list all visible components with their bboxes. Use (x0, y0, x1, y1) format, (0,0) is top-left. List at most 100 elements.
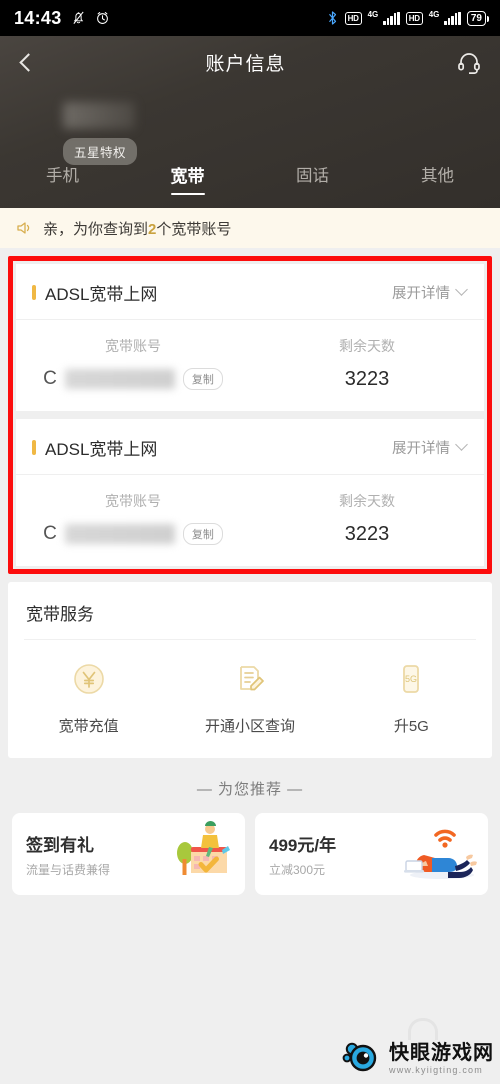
account-number-row: C 复制 (16, 523, 250, 545)
service-item-recharge[interactable]: 宽带充值 (8, 660, 169, 736)
username-blurred (63, 102, 135, 129)
promo-text: 499元/年 立减300元 (269, 831, 336, 878)
status-bar: 14:43 HD 4G HD 4G 79 (0, 0, 500, 36)
account-number-masked (64, 369, 175, 389)
account-number-column: 宽带账号 C 复制 (16, 336, 250, 391)
account-number-value: C (43, 368, 57, 389)
document-pencil-icon (231, 660, 269, 703)
battery-indicator: 79 (466, 10, 490, 26)
status-bar-left: 14:43 (14, 8, 110, 29)
tab-other[interactable]: 其他 (375, 158, 500, 186)
remaining-days-value: 3223 (344, 368, 390, 390)
services-row: 宽带充值 开通小区查询 5G 升5G (8, 640, 492, 758)
account-number-row: C 复制 (16, 368, 250, 390)
card-title: ADSL宽带上网 (32, 280, 157, 305)
service-label: 开通小区查询 (204, 718, 295, 735)
service-label: 升5G (393, 718, 429, 735)
watermark-text: 快眼游戏网 www.kyiigting.com (389, 1043, 494, 1075)
bullet-marker-icon (32, 440, 36, 455)
watermark-ghost-shape (408, 1018, 438, 1040)
remaining-days-column: 剩余天数 3223 (250, 491, 484, 546)
page-title: 账户信息 (205, 53, 286, 75)
account-number-label: 宽带账号 (105, 493, 161, 509)
mute-bell-icon (71, 10, 86, 26)
account-number-label: 宽带账号 (105, 338, 161, 354)
alarm-clock-icon (95, 10, 110, 26)
account-type-label: ADSL宽带上网 (45, 440, 158, 459)
notice-text: 亲，为你查询到2个宽带账号 (43, 218, 231, 239)
sim1-hd-icon: HD (344, 11, 362, 25)
status-time: 14:43 (14, 7, 62, 28)
chevron-down-icon (455, 283, 468, 296)
tab-mobile[interactable]: 手机 (0, 158, 125, 186)
speaker-icon (16, 220, 33, 236)
account-type-label: ADSL宽带上网 (45, 285, 158, 304)
expand-details-button[interactable]: 展开详情 (392, 282, 468, 303)
service-item-upgrade-5g[interactable]: 5G 升5G (331, 660, 492, 736)
copy-button[interactable]: 复制 (182, 368, 223, 390)
remaining-days-label: 剩余天数 (339, 493, 395, 509)
broadband-services-panel: 宽带服务 宽带充值 开通小区查询 5G 升5G (8, 582, 492, 758)
chevron-down-icon (455, 438, 468, 451)
annotation-highlight-box: ADSL宽带上网 展开详情 宽带账号 C 复制 剩余天数 3223 ADSL宽带… (8, 256, 492, 574)
promo-title: 499元/年 (269, 835, 337, 855)
broadband-account-card[interactable]: ADSL宽带上网 展开详情 宽带账号 C 复制 剩余天数 3223 (16, 419, 484, 566)
user-profile: 五星特权 (0, 88, 500, 165)
notice-banner: 亲，为你查询到2个宽带账号 (0, 208, 500, 248)
remaining-days-column: 剩余天数 3223 (250, 336, 484, 391)
recommend-row: 签到有礼 流量与话费兼得 499元/年 立减300元 (0, 813, 500, 895)
notice-suffix: 个宽带账号 (156, 220, 232, 238)
sim2-hd-icon: HD (405, 11, 423, 25)
account-number-value: C (43, 523, 57, 544)
expand-details-label: 展开详情 (392, 286, 450, 302)
tab-landline[interactable]: 固话 (250, 158, 375, 186)
promo-subtitle: 立减300元 (269, 862, 326, 877)
broadband-account-card[interactable]: ADSL宽带上网 展开详情 宽带账号 C 复制 剩余天数 3223 (16, 264, 484, 411)
yuan-coin-icon (70, 660, 108, 703)
svg-text:5G: 5G (405, 674, 417, 684)
sim2-signal-icon (444, 11, 461, 25)
service-label: 宽带充值 (58, 718, 119, 735)
expand-details-button[interactable]: 展开详情 (392, 437, 468, 458)
bullet-marker-icon (32, 285, 36, 300)
card-header: ADSL宽带上网 展开详情 (16, 264, 484, 320)
blue-eye-logo (342, 1039, 382, 1078)
card-title: ADSL宽带上网 (32, 435, 157, 460)
tab-bar: 手机 宽带 固话 其他 (0, 158, 500, 208)
sim1-signal-icon (383, 11, 400, 25)
site-watermark: 快眼游戏网 www.kyiigting.com (342, 1039, 494, 1078)
promo-subtitle: 流量与话费兼得 (26, 862, 111, 877)
copy-button[interactable]: 复制 (182, 523, 223, 545)
promo-title: 签到有礼 (26, 835, 94, 855)
status-bar-right: HD 4G HD 4G 79 (326, 9, 490, 26)
promo-text: 签到有礼 流量与话费兼得 (26, 831, 110, 878)
watermark-url: www.kyiigting.com (389, 1064, 483, 1075)
headset-icon[interactable] (456, 49, 482, 75)
services-title: 宽带服务 (26, 605, 94, 624)
card-body: 宽带账号 C 复制 剩余天数 3223 (16, 475, 484, 566)
navigation-bar: 账户信息 (0, 36, 500, 88)
calendar-checkin-illustration (165, 819, 239, 890)
sim1-network-label: 4G (367, 9, 379, 19)
card-body: 宽带账号 C 复制 剩余天数 3223 (16, 320, 484, 411)
phone-5g-icon: 5G (392, 660, 430, 703)
recommend-heading: — 为您推荐 — (196, 781, 304, 798)
notice-prefix: 亲，为你查询到 (43, 220, 149, 238)
promo-card-broadband-plan[interactable]: 499元/年 立减300元 (255, 813, 488, 895)
remaining-days-value: 3223 (344, 523, 390, 545)
wifi-person-laptop-illustration (402, 819, 482, 890)
account-number-masked (64, 524, 175, 544)
page-content: ADSL宽带上网 展开详情 宽带账号 C 复制 剩余天数 3223 ADSL宽带… (0, 256, 500, 895)
account-number-column: 宽带账号 C 复制 (16, 491, 250, 546)
tab-broadband[interactable]: 宽带 (125, 158, 250, 187)
card-header: ADSL宽带上网 展开详情 (16, 419, 484, 475)
watermark-name: 快眼游戏网 (389, 1041, 494, 1064)
remaining-days-label: 剩余天数 (339, 338, 395, 354)
back-chevron-icon[interactable] (19, 52, 38, 72)
page-header: 账户信息 五星特权 手机 宽带 固话 其他 (0, 36, 500, 208)
service-item-area-query[interactable]: 开通小区查询 (169, 660, 330, 736)
promo-card-checkin[interactable]: 签到有礼 流量与话费兼得 (12, 813, 245, 895)
sim2-network-label: 4G (428, 9, 440, 19)
bluetooth-icon (326, 10, 339, 26)
expand-details-label: 展开详情 (392, 441, 450, 457)
